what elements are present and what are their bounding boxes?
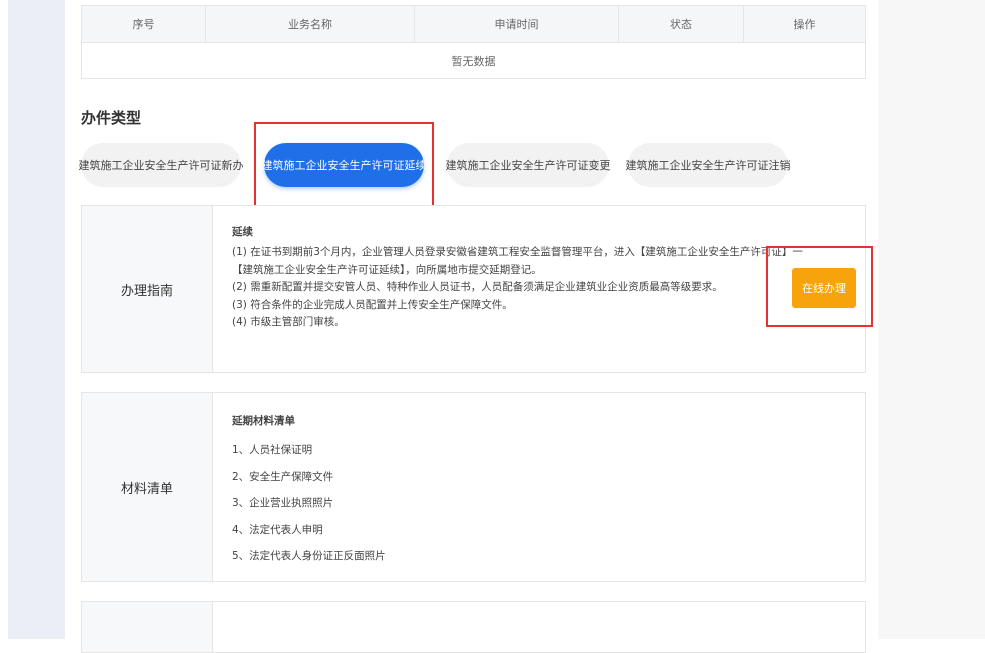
material-item: 1、人员社保证明 xyxy=(232,444,313,456)
guide-label: 办理指南 xyxy=(82,206,213,372)
column-header-business-name: 业务名称 xyxy=(206,6,415,42)
type-button-new[interactable]: 建筑施工企业安全生产许可证新办 xyxy=(79,143,244,187)
materials-section: 材料清单 延期材料清单 1、人员社保证明 2、安全生产保障文件 3、企业营业执照… xyxy=(81,392,866,582)
page-background-right xyxy=(878,0,985,639)
type-button-change[interactable]: 建筑施工企业安全生产许可证变更 xyxy=(446,143,611,187)
application-table: 序号 业务名称 申请时间 状态 操作 暂无数据 xyxy=(81,5,866,79)
column-header-index: 序号 xyxy=(82,6,206,42)
section-title: 办件类型 xyxy=(81,109,142,127)
next-section-label xyxy=(82,602,213,652)
page-background-left xyxy=(8,0,65,639)
material-item: 3、企业营业执照照片 xyxy=(232,497,334,509)
guide-section: 办理指南 延续 (1) 在证书到期前3个月内，企业管理人员登录安徽省建筑工程安全… xyxy=(81,205,866,373)
highlight-box-renew xyxy=(254,122,434,210)
highlight-box-online-apply xyxy=(766,246,873,327)
guide-title: 延续 xyxy=(232,226,253,238)
type-button-cancel[interactable]: 建筑施工企业安全生产许可证注销 xyxy=(626,143,791,187)
material-item: 2、安全生产保障文件 xyxy=(232,470,334,483)
materials-label: 材料清单 xyxy=(82,393,213,581)
next-section xyxy=(81,601,866,653)
material-item: 4、法定代表人申明 xyxy=(232,523,323,536)
table-header: 序号 业务名称 申请时间 状态 操作 xyxy=(82,6,865,43)
column-header-status: 状态 xyxy=(619,6,744,42)
materials-title: 延期材料清单 xyxy=(232,415,295,427)
next-section-content xyxy=(213,602,865,652)
materials-content: 延期材料清单 1、人员社保证明 2、安全生产保障文件 3、企业营业执照照片 4、… xyxy=(213,393,865,581)
column-header-apply-time: 申请时间 xyxy=(415,6,619,42)
table-empty-text: 暂无数据 xyxy=(451,54,496,68)
material-item: 5、法定代表人身份证正反面照片 xyxy=(232,550,386,562)
column-header-action: 操作 xyxy=(793,18,816,31)
